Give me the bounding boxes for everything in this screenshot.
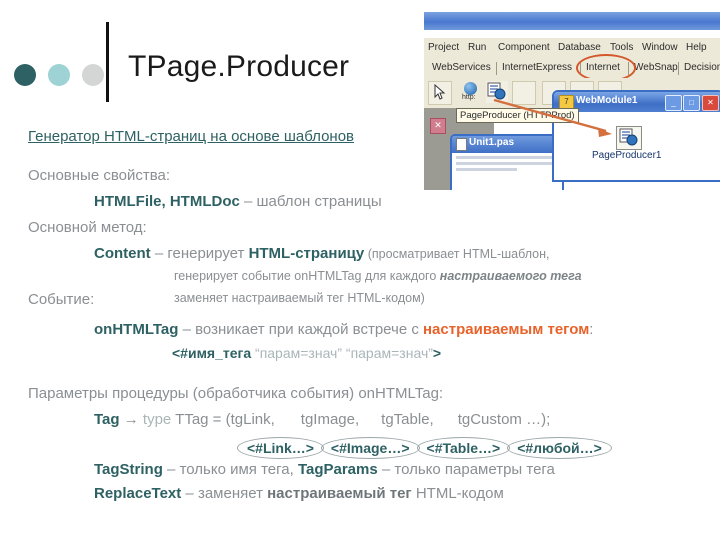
method-note-3: заменяет настраиваемый тег HTML-кодом) (174, 291, 425, 305)
delphi-ide-screenshot: Project Run Component Database Tools Win… (424, 0, 720, 190)
header-dot-2 (48, 64, 70, 86)
event-desc-emphasis: настраиваемым тегом (423, 321, 590, 338)
replacetext-desc: – заменяет (181, 485, 268, 502)
tag-enum-3: tgTable, (381, 411, 434, 428)
webmodule-title: WebModule1 (576, 95, 638, 106)
pageproducer-component-icon[interactable] (616, 126, 642, 150)
method-desc: – генерирует (150, 245, 249, 262)
tag-syntax-name: <#имя_тега (172, 345, 252, 361)
replacetext-emphasis: настраиваемый тег (267, 485, 412, 502)
pageproducer-tooltip: PageProducer (HTTPProd) (456, 108, 579, 123)
page-title: TPage.Producer (128, 50, 350, 83)
header-dot-3 (82, 64, 104, 86)
tag-syntax-line: <#имя_тега “парам=знач” “парам=знач”> (172, 346, 441, 360)
callout-link: <#Link…> (237, 437, 324, 459)
tag-arrow: → (119, 411, 143, 428)
minimize-button[interactable]: _ (665, 95, 682, 111)
event-desc-colon: : (589, 321, 594, 338)
header-dots (14, 64, 104, 86)
event-name: onHTMLTag (94, 321, 179, 338)
tab-webservices[interactable]: WebServices (432, 62, 491, 73)
http-globe-icon[interactable]: http: (462, 81, 484, 103)
method-name: Content (94, 245, 151, 262)
header-dot-1 (14, 64, 36, 86)
callout-image: <#Image…> (320, 437, 420, 459)
panel-close-icon[interactable]: ✕ (430, 118, 446, 134)
tag-callouts: <#Link…> <#Image…> <#Table…> <#любой…> (237, 437, 612, 459)
document-icon (456, 138, 467, 151)
tagstring-line: TagString – только имя тега, TagParams –… (94, 462, 555, 477)
palette-icon-4[interactable] (512, 81, 536, 105)
event-label: Событие: (28, 291, 95, 308)
tag-syntax-close: > (432, 345, 442, 361)
handler-params-label: Параметры процедуры (обработчика события… (28, 385, 444, 402)
tab-internetexpress[interactable]: InternetExpress (502, 62, 572, 73)
tag-type-keyword: type (142, 411, 172, 428)
ide-title-bar (424, 12, 720, 30)
menu-item-run[interactable]: Run (468, 42, 486, 53)
unit-editor-title-bar: Unit1.pas (452, 136, 562, 153)
menu-item-component[interactable]: Component (498, 42, 550, 53)
event-desc: – возникает при каждой встрече с (178, 321, 423, 338)
tag-enum-4: tgCustom …); (457, 411, 551, 428)
tag-param-name: Tag (94, 411, 120, 428)
webmodule-window[interactable]: 7 WebModule1 _ □ ✕ PageProducer1 (552, 90, 720, 182)
tag-type-line: Tag → type TTag = (tgLink, tgImage, tgTabl… (94, 412, 550, 427)
method-note-2: генерирует событие onHTMLTag для каждого… (174, 270, 582, 283)
unit-editor-content (452, 153, 562, 177)
tagstring-name: TagString (94, 461, 163, 478)
callout-custom: <#любой…> (507, 437, 612, 459)
subtitle: Генератор HTML-страниц на основе шаблоно… (28, 128, 355, 145)
tagstring-desc: – только имя тега, (162, 461, 298, 478)
method-note-1: (просматривает HTML-шаблон, (364, 247, 550, 261)
pageproducer-component-label: PageProducer1 (592, 150, 662, 161)
pageproducer-palette-icon[interactable] (486, 81, 508, 103)
tag-syntax-params: “парам=знач” “парам=знач” (251, 345, 433, 361)
event-line: onHTMLTag – возникает при каждой встрече… (94, 322, 593, 337)
unit-editor-window[interactable]: Unit1.pas (450, 134, 564, 190)
properties-label: Основные свойства: (28, 167, 171, 184)
header-divider (106, 22, 109, 102)
tagparams-desc: – только параметры тега (377, 461, 555, 478)
callout-table: <#Table…> (416, 437, 511, 459)
tagparams-name: TagParams (297, 461, 378, 478)
maximize-button[interactable]: □ (683, 95, 700, 111)
properties-names: HTMLFile, HTMLDoc (94, 193, 240, 210)
ide-menu-bar: Project Run Component Database Tools Win… (424, 38, 720, 58)
tag-type-decl: TTag = (tgLink, (171, 411, 275, 428)
component-palette-tabs: WebServices InternetExpress Internet Web… (424, 58, 720, 79)
menu-item-tools[interactable]: Tools (610, 42, 633, 53)
replacetext-name: ReplaceText (94, 485, 182, 502)
menu-item-database[interactable]: Database (558, 42, 601, 53)
properties-desc: – шаблон страницы (239, 193, 382, 210)
replacetext-tail: HTML-кодом (411, 485, 504, 502)
tab-websnap[interactable]: WebSnap (634, 62, 678, 73)
unit-editor-title: Unit1.pas (469, 137, 515, 148)
properties-line: HTMLFile, HTMLDoc – шаблон страницы (94, 194, 382, 209)
method-line: Content – генерирует HTML-страницу (прос… (94, 246, 549, 261)
method-note-2-text: генерирует событие onHTMLTag для каждого (174, 269, 440, 283)
slide-root: TPage.Producer Генератор HTML-страниц на… (0, 0, 720, 540)
pointer-tool-icon[interactable] (428, 81, 452, 105)
method-desc-html: HTML-страницу (248, 245, 365, 262)
menu-item-project[interactable]: Project (428, 42, 459, 53)
method-label: Основной метод: (28, 219, 147, 236)
menu-item-window[interactable]: Window (642, 42, 678, 53)
tag-enum-2: tgImage, (300, 411, 360, 428)
replacetext-line: ReplaceText – заменяет настраиваемый тег… (94, 486, 504, 501)
tab-decision[interactable]: Decision (684, 62, 720, 73)
method-note-2-emphasis: настраиваемого тега (439, 269, 582, 283)
webmodule-title-bar: 7 WebModule1 _ □ ✕ (554, 92, 720, 112)
close-button[interactable]: ✕ (702, 95, 719, 111)
menu-item-help[interactable]: Help (686, 42, 707, 53)
